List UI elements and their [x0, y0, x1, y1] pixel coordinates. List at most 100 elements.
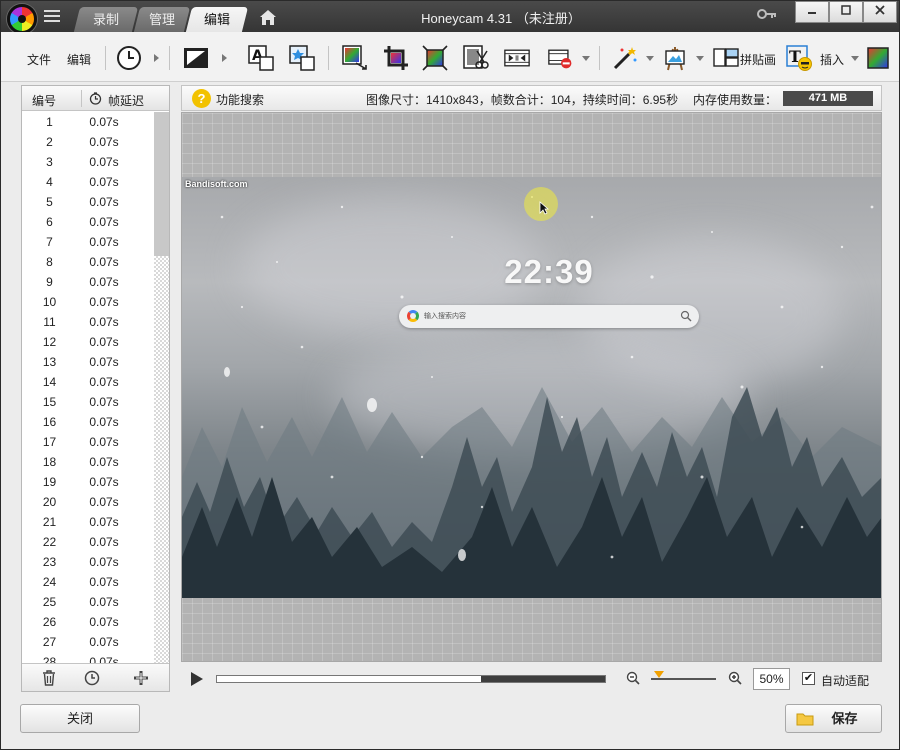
feature-search-link[interactable]: 功能搜索: [216, 91, 264, 108]
zoom-level-field[interactable]: 50%: [753, 668, 790, 690]
memory-usage-label: 内存使用数量：: [693, 93, 778, 107]
frame-list-row[interactable]: 3 0.07s: [22, 152, 154, 172]
maximize-button[interactable]: [829, 1, 863, 23]
minimize-button[interactable]: [795, 1, 829, 23]
frame-list-row[interactable]: 24 0.07s: [22, 572, 154, 592]
collage-label[interactable]: 拼贴画: [740, 51, 776, 68]
honeycam-logo-icon[interactable]: [7, 4, 37, 34]
frame-filter-icon[interactable]: [183, 45, 209, 71]
frame-number: 14: [42, 375, 57, 389]
collage-icon[interactable]: [713, 45, 739, 71]
frame-list-row[interactable]: 21 0.07s: [22, 512, 154, 532]
frame-list-row[interactable]: 25 0.07s: [22, 592, 154, 612]
frame-number: 6: [46, 215, 53, 229]
toolbar-separator: [105, 46, 106, 70]
auto-fit-checkbox[interactable]: ✔: [802, 672, 815, 685]
frame-list-row[interactable]: 17 0.07s: [22, 432, 154, 452]
frame-list-row[interactable]: 16 0.07s: [22, 412, 154, 432]
column-frame-number[interactable]: 编号: [32, 92, 56, 109]
frame-list-row[interactable]: 7 0.07s: [22, 232, 154, 252]
frame-list-row[interactable]: 27 0.07s: [22, 632, 154, 652]
frame-list-row[interactable]: 9 0.07s: [22, 272, 154, 292]
hamburger-menu-icon[interactable]: [44, 10, 60, 23]
frame-list-row[interactable]: 14 0.07s: [22, 372, 154, 392]
sticker-tool-icon[interactable]: [289, 45, 315, 71]
zoom-slider-handle[interactable]: [653, 671, 664, 678]
tab-edit[interactable]: 编辑: [185, 7, 249, 32]
close-window-button[interactable]: [863, 1, 897, 23]
frame-list-row[interactable]: 20 0.07s: [22, 492, 154, 512]
frame-list-row[interactable]: 2 0.07s: [22, 132, 154, 152]
filters-dropdown-arrow-icon[interactable]: [696, 56, 704, 61]
frame-preview-image: Bandisoft.com 22:39 输入搜索内容: [182, 177, 881, 598]
rotate-icon[interactable]: [422, 45, 448, 71]
remove-dropdown-arrow-icon[interactable]: [582, 56, 590, 61]
frame-list-row[interactable]: 23 0.07s: [22, 552, 154, 572]
preview-canvas[interactable]: Bandisoft.com 22:39 输入搜索内容: [181, 112, 882, 662]
frame-list-row[interactable]: 4 0.07s: [22, 172, 154, 192]
speed-icon[interactable]: [504, 45, 530, 71]
frame-list: 1 0.07s 2 0.07s 3 0.07s 4 0.07s 5 0.07s 6 0.07s 7 0.0…: [22, 112, 154, 663]
frame-list-scrollbar-thumb[interactable]: [154, 112, 169, 256]
frame-list-row[interactable]: 28 0.07s: [22, 652, 154, 663]
column-frame-delay[interactable]: 帧延迟: [108, 92, 144, 109]
resize-icon[interactable]: [342, 45, 368, 71]
insert-text-emoji-icon[interactable]: T: [786, 45, 812, 71]
auto-fit-label[interactable]: 自动适配: [821, 672, 869, 689]
frame-delay-clock-icon[interactable]: [116, 45, 142, 71]
insert-label[interactable]: 插入: [820, 51, 844, 68]
zoom-in-icon[interactable]: [728, 671, 742, 685]
frame-list-row[interactable]: 15 0.07s: [22, 392, 154, 412]
frame-delay: 0.07s: [89, 515, 119, 529]
frame-number: 19: [42, 475, 57, 489]
more-tools-icon[interactable]: [867, 45, 889, 71]
delay-dropdown-arrow-icon[interactable]: [154, 54, 159, 62]
frame-list-row[interactable]: 13 0.07s: [22, 352, 154, 372]
frame-list-row[interactable]: 12 0.07s: [22, 332, 154, 352]
easel-filters-icon[interactable]: [662, 45, 688, 71]
frame-list-row[interactable]: 11 0.07s: [22, 312, 154, 332]
frame-list-row[interactable]: 19 0.07s: [22, 472, 154, 492]
frame-number: 12: [42, 335, 57, 349]
info-bar: ? 功能搜索 图像尺寸：1410x843，帧数合计：104，持续时间：6.95秒…: [181, 85, 882, 111]
frame-number: 4: [46, 175, 53, 189]
frame-list-row[interactable]: 22 0.07s: [22, 532, 154, 552]
remove-frames-icon[interactable]: [548, 45, 574, 71]
playback-progress-bar[interactable]: [216, 675, 606, 683]
filter-dropdown-arrow-icon[interactable]: [222, 54, 227, 62]
cut-frames-icon[interactable]: [463, 45, 489, 71]
add-frame-icon[interactable]: [133, 670, 149, 686]
tab-manage[interactable]: 管理: [133, 7, 191, 32]
frame-list-row[interactable]: 1 0.07s: [22, 112, 154, 132]
crop-icon[interactable]: [383, 45, 409, 71]
frame-list-row[interactable]: 18 0.07s: [22, 452, 154, 472]
frame-number: 9: [46, 275, 53, 289]
close-button[interactable]: 关闭: [20, 704, 140, 733]
effects-dropdown-arrow-icon[interactable]: [646, 56, 654, 61]
frame-list-row[interactable]: 5 0.07s: [22, 192, 154, 212]
frame-number: 16: [42, 415, 57, 429]
menu-file[interactable]: 文件: [27, 51, 51, 68]
frame-list-row[interactable]: 8 0.07s: [22, 252, 154, 272]
frame-list-row[interactable]: 6 0.07s: [22, 212, 154, 232]
trash-icon[interactable]: [41, 670, 57, 686]
home-icon[interactable]: [259, 9, 277, 26]
toolbar-separator: [328, 46, 329, 70]
zoom-out-icon[interactable]: [626, 671, 640, 685]
tab-record[interactable]: 录制: [73, 7, 139, 32]
magic-wand-effects-icon[interactable]: [612, 45, 638, 71]
frame-list-header: 编号 帧延迟: [22, 86, 169, 111]
frame-number: 7: [46, 235, 53, 249]
feature-search-icon[interactable]: ?: [192, 89, 211, 108]
play-icon[interactable]: [191, 672, 203, 686]
insert-dropdown-arrow-icon[interactable]: [851, 56, 859, 61]
frame-list-row[interactable]: 26 0.07s: [22, 612, 154, 632]
frame-list-row[interactable]: 10 0.07s: [22, 292, 154, 312]
text-tool-icon[interactable]: A: [248, 45, 274, 71]
save-button[interactable]: 保存: [785, 704, 882, 733]
zoom-slider[interactable]: [651, 678, 716, 680]
clock-icon[interactable]: [84, 670, 100, 686]
minimize-icon: [808, 12, 816, 14]
key-icon[interactable]: [757, 7, 777, 21]
menu-edit[interactable]: 编辑: [67, 51, 91, 68]
